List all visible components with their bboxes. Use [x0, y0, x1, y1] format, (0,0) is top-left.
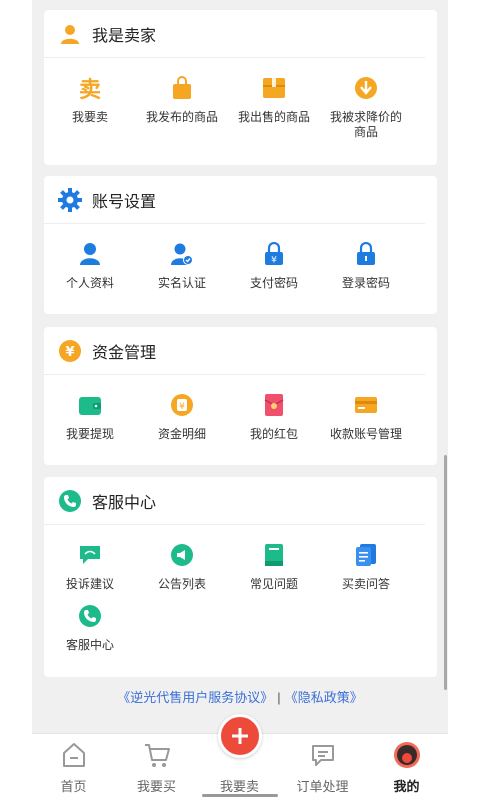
service-card: 客服中心 投诉建议 公告列表 常见问题 买卖问答 客服中心: [44, 477, 437, 677]
pay-password-label: 支付密码: [249, 276, 298, 290]
package-box-icon: [260, 74, 288, 102]
feedback-label: 投诉建议: [65, 577, 114, 591]
withdraw-label: 我要提现: [65, 427, 114, 441]
wallet-icon: [76, 391, 104, 419]
tab-buy-label: 我要买: [136, 779, 176, 794]
tab-orders-label: 订单处理: [296, 779, 349, 794]
home-indicator: [202, 794, 278, 797]
mine-active-icon: [392, 740, 422, 770]
announcement-item[interactable]: 公告列表: [136, 541, 228, 592]
profile-item[interactable]: 个人资料: [44, 240, 136, 291]
service-header: 客服中心: [44, 477, 425, 525]
footer-separator: |: [277, 690, 281, 705]
gear-icon: [58, 187, 82, 212]
my-sold-item[interactable]: 我出售的商品: [228, 74, 320, 140]
red-envelope-icon: [260, 391, 288, 419]
svg-text:¥: ¥: [65, 345, 74, 360]
seller-card: 我是卖家 卖 我要卖 我发布的商品 我出售的商品 我被求降价的商品: [44, 10, 437, 165]
feedback-icon: [76, 541, 104, 569]
withdraw-item[interactable]: 我要提现: [44, 391, 136, 442]
login-password-item[interactable]: 登录密码: [320, 240, 412, 291]
tab-orders[interactable]: 订单处理: [281, 734, 364, 800]
svg-text:¥: ¥: [179, 402, 185, 412]
customer-service-item[interactable]: 客服中心: [44, 602, 136, 653]
tab-buy[interactable]: 我要买: [115, 734, 198, 800]
qa-item[interactable]: 买卖问答: [320, 541, 412, 592]
yen-circle-icon: ¥: [58, 339, 82, 363]
account-card: 账号设置 个人资料 实名认证 ¥ 支付密码 登录密码: [44, 176, 437, 314]
tab-home[interactable]: 首页: [32, 734, 115, 800]
cart-icon: [142, 740, 172, 770]
app-screen: 我是卖家 卖 我要卖 我发布的商品 我出售的商品 我被求降价的商品 账号设置 个…: [32, 0, 448, 800]
yen-coin-icon: ¥: [168, 391, 196, 419]
yen-lock-icon: ¥: [260, 240, 288, 268]
red-envelope-item[interactable]: 我的红包: [228, 391, 320, 442]
chat-bubble-icon: [308, 740, 338, 770]
announcement-icon: [168, 541, 196, 569]
funds-detail-item[interactable]: ¥ 资金明细: [136, 391, 228, 442]
shopping-bag-icon: [168, 74, 196, 102]
price-down-label: 我被求降价的商品: [329, 110, 402, 139]
my-published-label: 我发布的商品: [145, 110, 218, 124]
sell-char-icon: 卖: [78, 77, 101, 102]
qa-doc-icon: [352, 541, 380, 569]
seller-title: 我是卖家: [92, 27, 157, 45]
price-down-icon: [352, 74, 380, 102]
customer-service-label: 客服中心: [65, 638, 114, 652]
card-icon: [352, 391, 380, 419]
phone-icon: [76, 602, 104, 630]
scrollbar[interactable]: [444, 455, 447, 690]
login-password-label: 登录密码: [341, 276, 390, 290]
funds-header: ¥ 资金管理: [44, 327, 425, 375]
pay-password-item[interactable]: ¥ 支付密码: [228, 240, 320, 291]
faq-book-icon: [260, 541, 288, 569]
tab-mine-label: 我的: [393, 779, 420, 794]
verification-item[interactable]: 实名认证: [136, 240, 228, 291]
payee-account-label: 收款账号管理: [329, 427, 402, 441]
price-down-item[interactable]: 我被求降价的商品: [320, 74, 412, 140]
payee-account-item[interactable]: 收款账号管理: [320, 391, 412, 442]
phone-circle-icon: [58, 489, 82, 513]
profile-label: 个人资料: [65, 276, 114, 290]
agreement-link[interactable]: 《逆光代售用户服务协议》: [117, 690, 273, 705]
announcement-label: 公告列表: [157, 577, 206, 591]
sell-item[interactable]: 卖 我要卖: [44, 74, 136, 140]
red-envelope-label: 我的红包: [249, 427, 298, 441]
lock-icon: [352, 240, 380, 268]
funds-detail-label: 资金明细: [157, 427, 206, 441]
my-sold-label: 我出售的商品: [237, 110, 310, 124]
feedback-item[interactable]: 投诉建议: [44, 541, 136, 592]
svg-text:¥: ¥: [271, 256, 277, 266]
account-header: 账号设置: [44, 176, 425, 224]
sell-label: 我要卖: [71, 110, 108, 124]
plus-icon: [232, 728, 248, 744]
faq-label: 常见问题: [249, 577, 298, 591]
seller-header: 我是卖家: [44, 10, 425, 58]
funds-title: 资金管理: [92, 344, 157, 362]
qa-label: 买卖问答: [341, 577, 390, 591]
account-title: 账号设置: [92, 193, 157, 211]
user-verified-icon: [168, 240, 196, 268]
tab-mine[interactable]: 我的: [365, 734, 448, 800]
user-icon: [76, 240, 104, 268]
verification-label: 实名认证: [157, 276, 206, 290]
home-icon: [59, 740, 89, 770]
privacy-link[interactable]: 《隐私政策》: [285, 690, 363, 705]
footer-links: 《逆光代售用户服务协议》 | 《隐私政策》: [32, 687, 448, 706]
sell-plus-button[interactable]: [218, 714, 262, 758]
user-orange-icon: [58, 22, 82, 46]
funds-card: ¥ 资金管理 我要提现 ¥ 资金明细 我的红包 收款账号管理: [44, 327, 437, 465]
service-title: 客服中心: [92, 494, 157, 512]
tab-home-label: 首页: [60, 779, 87, 794]
my-published-item[interactable]: 我发布的商品: [136, 74, 228, 140]
tab-sell-label: 我要卖: [219, 779, 259, 794]
faq-item[interactable]: 常见问题: [228, 541, 320, 592]
